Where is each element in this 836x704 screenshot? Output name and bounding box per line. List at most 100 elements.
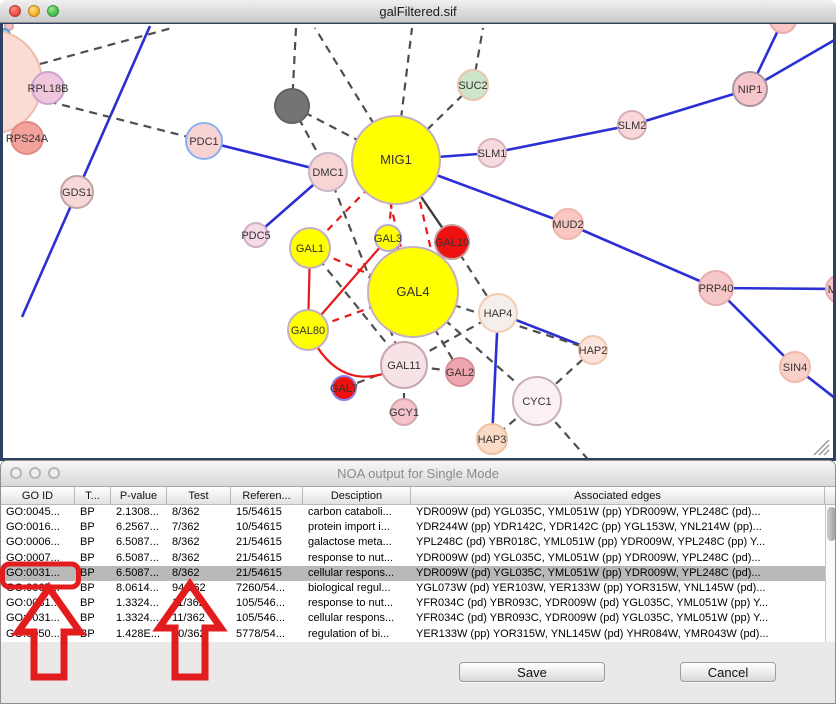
node-label-MSN: MSN	[828, 284, 833, 296]
node-label-PDC1: PDC1	[189, 136, 218, 148]
cell: regulation of bi...	[303, 627, 411, 642]
edge-blue	[632, 89, 750, 125]
traffic-lights	[9, 5, 59, 17]
cell: 8/362	[167, 535, 231, 550]
edge-dash	[40, 28, 172, 64]
node-label-RPS24A: RPS24A	[6, 133, 49, 145]
node-label-MIG1: MIG1	[380, 152, 412, 167]
column-header-p-value[interactable]: P-value	[111, 487, 167, 504]
cell: 6.5087...	[111, 566, 167, 581]
cell: 1.428E...	[111, 627, 167, 642]
node-label-GDS1: GDS1	[62, 187, 92, 199]
column-header-go-id[interactable]: GO ID	[1, 487, 75, 504]
cell: 21/54615	[231, 535, 303, 550]
cell: 6.5087...	[111, 535, 167, 550]
close-icon[interactable]	[9, 5, 21, 17]
table-header: GO IDT...P-valueTestReferen...Desciption…	[1, 487, 835, 505]
node-top-right[interactable]	[770, 24, 796, 33]
cell: YFR034C (pd) YBR093C, YDR009W (pd) YGL03…	[411, 596, 825, 611]
cell: 105/546...	[231, 596, 303, 611]
cell: BP	[75, 520, 111, 535]
node-label-HAP2: HAP2	[579, 345, 608, 357]
cell: GO:0045...	[1, 505, 75, 520]
zoom-icon[interactable]	[48, 467, 60, 479]
cell: 6.2567...	[111, 520, 167, 535]
cancel-button[interactable]: Cancel	[680, 662, 776, 682]
save-button[interactable]: Save	[459, 662, 605, 682]
column-header-t[interactable]: T...	[75, 487, 111, 504]
cell: GO:0031...	[1, 611, 75, 626]
node-label-SLM1: SLM1	[478, 148, 507, 160]
zoom-icon[interactable]	[47, 5, 59, 17]
cell: 5778/54...	[231, 627, 303, 642]
node-label-GAL2: GAL2	[446, 367, 474, 379]
nodes-layer: RPL18BRPS24AGDS1PDC1DMC1MIG1SUC2SLM1SLM2…	[3, 24, 833, 454]
node-label-CYC1: CYC1	[522, 396, 551, 408]
cell: galactose meta...	[303, 535, 411, 550]
cell: cellular respons...	[303, 611, 411, 626]
close-icon[interactable]	[10, 467, 22, 479]
cell: 7260/54...	[231, 581, 303, 596]
cell: 15/54615	[231, 505, 303, 520]
network-window-titlebar[interactable]: galFiltered.sif	[0, 0, 836, 23]
table-row[interactable]: GO:0006...BP6.5087...8/36221/54615galact…	[1, 535, 825, 550]
scrollbar-thumb[interactable]	[827, 507, 836, 541]
dialog-footer: Save Cancel	[1, 642, 835, 704]
minimize-icon[interactable]	[28, 5, 40, 17]
network-window: galFiltered.sif RPL18B RPS24A GDS1 PDC1 DMC1…	[0, 0, 836, 460]
cell: BP	[75, 535, 111, 550]
minimize-icon[interactable]	[29, 467, 41, 479]
traffic-lights-inactive	[10, 467, 60, 479]
cell: cellular respons...	[303, 566, 411, 581]
cell: biological regul...	[303, 581, 411, 596]
table-row[interactable]: GO:0031...BP1.3324...11/362105/546...cel…	[1, 611, 825, 626]
node-label-SIN4: SIN4	[783, 362, 807, 374]
cell: response to nut...	[303, 551, 411, 566]
cell: BP	[75, 581, 111, 596]
cell: 1.3324...	[111, 611, 167, 626]
cell: GO:0065...	[1, 581, 75, 596]
table-row[interactable]: GO:0065...BP8.0614...94/3627260/54...bio…	[1, 581, 825, 596]
table-row[interactable]: GO:0007...BP6.5087...8/36221/54615respon…	[1, 551, 825, 566]
column-header-test[interactable]: Test	[167, 487, 231, 504]
node-gray-node[interactable]	[275, 89, 309, 123]
cell: 6.5087...	[111, 551, 167, 566]
cell: BP	[75, 566, 111, 581]
table-row[interactable]: GO:0050...BP1.428E...80/3625778/54...reg…	[1, 627, 825, 642]
table-row[interactable]: GO:0031...BP1.3324...11/362105/546...res…	[1, 596, 825, 611]
cell: 94/362	[167, 581, 231, 596]
node-label-MUD2: MUD2	[552, 219, 583, 231]
table-row[interactable]: GO:0045...BP2.1308...8/36215/54615carbon…	[1, 505, 825, 520]
node-label-DMC1: DMC1	[312, 167, 343, 179]
column-header-desciption[interactable]: Desciption	[303, 487, 411, 504]
node-label-GAL4: GAL4	[396, 284, 429, 299]
cell: 8/362	[167, 566, 231, 581]
cell: 1.3324...	[111, 596, 167, 611]
cell: GO:0050...	[1, 627, 75, 642]
cell: GO:0031...	[1, 566, 75, 581]
edge-blue	[492, 125, 632, 153]
table-row-selected[interactable]: GO:0031...BP6.5087...8/36221/54615cellul…	[1, 566, 825, 581]
node-label-RPL18B: RPL18B	[28, 83, 69, 95]
cell: GO:0031...	[1, 596, 75, 611]
cell: 8/362	[167, 551, 231, 566]
resize-grip-icon[interactable]	[814, 440, 829, 455]
go-table: GO:0045...BP2.1308...8/36215/54615carbon…	[1, 505, 835, 642]
cell: YER133W (pp) YOR315W, YNL145W (pd) YHR08…	[411, 627, 825, 642]
table-row[interactable]: GO:0016...BP6.2567...7/36210/54615protei…	[1, 520, 825, 535]
cell: YDR009W (pd) YGL035C, YML051W (pp) YDR00…	[411, 551, 825, 566]
cell: YPL248C (pd) YBR018C, YML051W (pp) YDR00…	[411, 535, 825, 550]
column-header-referen[interactable]: Referen...	[231, 487, 303, 504]
node-label-GAL1: GAL1	[296, 243, 324, 255]
cell: 21/54615	[231, 551, 303, 566]
column-header-associated-edges[interactable]: Associated edges	[411, 487, 825, 504]
node-label-GAL3: GAL3	[374, 233, 402, 245]
cell: 2.1308...	[111, 505, 167, 520]
scrollbar-track[interactable]	[825, 505, 835, 642]
node-label-GCY1: GCY1	[389, 407, 419, 419]
noa-window-titlebar[interactable]: NOA output for Single Mode	[1, 461, 835, 487]
cell: YDR009W (pd) YGL035C, YML051W (pp) YDR00…	[411, 505, 825, 520]
cell: carbon cataboli...	[303, 505, 411, 520]
cell: 11/362	[167, 611, 231, 626]
network-canvas[interactable]: RPL18BRPS24AGDS1PDC1DMC1MIG1SUC2SLM1SLM2…	[0, 23, 836, 461]
